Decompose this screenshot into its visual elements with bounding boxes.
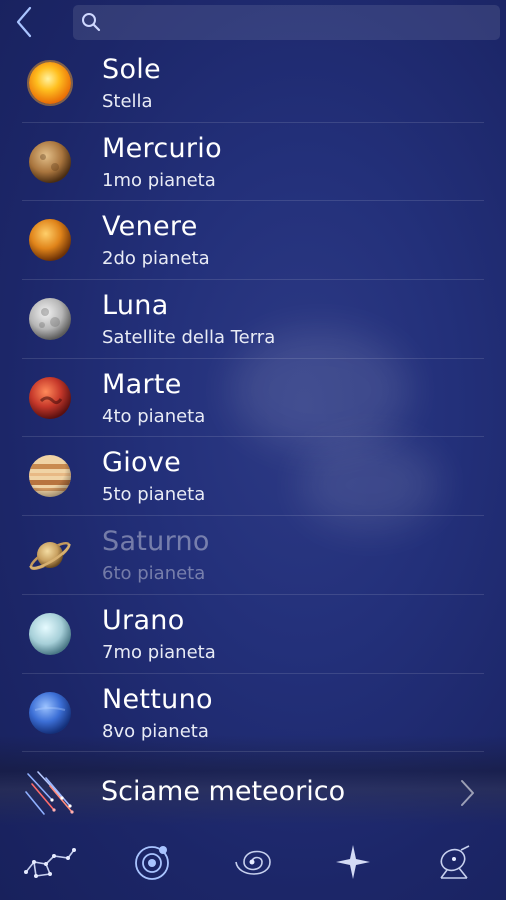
satellite-icon [440, 845, 470, 879]
tab-satellites[interactable] [427, 842, 483, 882]
item-name: Saturno [102, 526, 210, 558]
item-subtitle: 1mo pianeta [102, 169, 216, 191]
tab-solar-system[interactable] [125, 842, 181, 882]
chevron-right-icon [461, 780, 474, 806]
item-name: Urano [102, 604, 185, 636]
item-subtitle: 8vo pianeta [102, 720, 209, 742]
list-item-urano[interactable]: Urano 7mo pianeta [0, 595, 506, 674]
jupiter-icon [29, 455, 71, 498]
tab-constellations[interactable] [22, 842, 78, 882]
item-name: Giove [102, 447, 182, 479]
item-name: Luna [102, 290, 169, 322]
back-button[interactable] [8, 4, 42, 40]
galaxy-icon [235, 850, 271, 875]
list-item-marte[interactable]: Marte 4to pianeta [0, 359, 506, 438]
list-item-venere[interactable]: Venere 2do pianeta [0, 201, 506, 281]
mars-icon [29, 376, 71, 419]
meteor-shower-label: Sciame meteorico [101, 776, 346, 807]
venus-icon [29, 219, 71, 262]
list-item-saturno[interactable]: Saturno 6to pianeta [0, 516, 506, 595]
top-bar [0, 0, 506, 44]
saturn-icon [29, 542, 71, 571]
mercury-icon [29, 140, 71, 183]
search-input[interactable] [109, 5, 493, 42]
chevron-left-icon [16, 6, 32, 38]
star-icon [336, 845, 370, 879]
item-name: Nettuno [102, 683, 213, 715]
item-subtitle: 4to pianeta [102, 405, 206, 427]
neptune-icon [29, 691, 71, 734]
item-name: Sole [102, 54, 161, 85]
item-subtitle: 6to pianeta [102, 563, 206, 585]
item-name: Marte [102, 368, 182, 400]
tab-stars[interactable] [325, 842, 381, 882]
search-icon [82, 13, 101, 32]
item-subtitle: Stella [102, 91, 153, 112]
list-item-luna[interactable]: Luna Satellite della Terra [0, 280, 506, 359]
celestial-list: Sole Stella Mercurio 1mo pianeta Venere … [0, 44, 506, 753]
item-subtitle: 2do pianeta [102, 248, 210, 270]
meteor-shower-icon [25, 771, 74, 815]
uranus-icon [29, 612, 71, 655]
bottom-tab-bar [0, 830, 506, 900]
sun-icon [27, 60, 73, 106]
constellation-icon [24, 848, 76, 878]
item-name: Venere [102, 211, 198, 243]
item-name: Mercurio [102, 132, 222, 164]
tab-galaxies[interactable] [224, 842, 280, 882]
list-item-giove[interactable]: Giove 5to pianeta [0, 437, 506, 517]
search-bar[interactable] [73, 5, 500, 42]
solar-system-icon [135, 846, 169, 880]
list-item-sole[interactable]: Sole Stella [0, 44, 506, 123]
moon-icon [29, 298, 71, 341]
item-subtitle: 5to pianeta [102, 484, 206, 506]
item-subtitle: Satellite della Terra [102, 327, 276, 349]
list-item-nettuno[interactable]: Nettuno 8vo pianeta [0, 674, 506, 753]
meteor-shower-row[interactable]: Sciame meteorico [0, 752, 506, 832]
item-subtitle: 7mo pianeta [102, 641, 216, 663]
list-item-mercurio[interactable]: Mercurio 1mo pianeta [0, 123, 506, 202]
